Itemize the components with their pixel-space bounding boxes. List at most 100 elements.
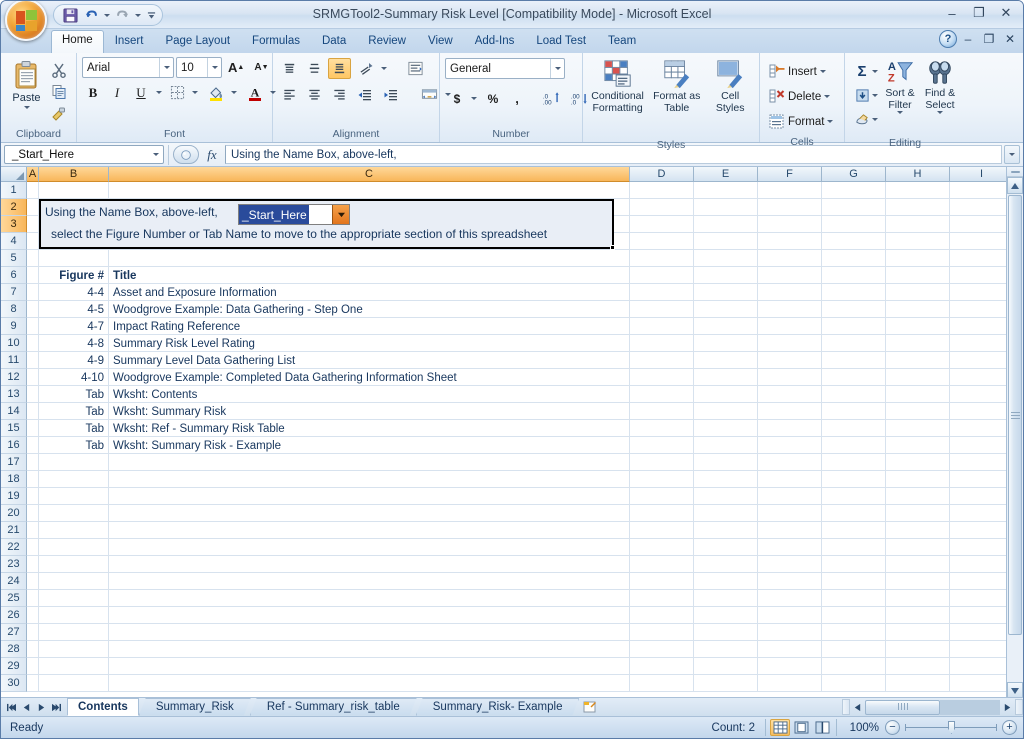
- cell-D21[interactable]: [630, 522, 694, 539]
- format-as-table-button[interactable]: Format as Table: [647, 57, 706, 137]
- column-header-a[interactable]: A: [27, 167, 39, 182]
- cell-D28[interactable]: [630, 641, 694, 658]
- fill-color-dropdown-icon[interactable]: [228, 82, 239, 103]
- cell-G12[interactable]: [822, 369, 886, 386]
- cell-I18[interactable]: [950, 471, 1014, 488]
- cell-F7[interactable]: [758, 284, 822, 301]
- delete-dropdown-icon[interactable]: [824, 95, 831, 98]
- autosum-button[interactable]: Σ: [850, 59, 880, 83]
- cell-D27[interactable]: [630, 624, 694, 641]
- align-right-icon[interactable]: [328, 84, 351, 105]
- cell-A23[interactable]: [27, 556, 39, 573]
- cell-H7[interactable]: [886, 284, 950, 301]
- align-bottom-icon[interactable]: [328, 58, 351, 79]
- cell-B17[interactable]: [39, 454, 109, 471]
- row-header-18[interactable]: 18: [1, 471, 27, 488]
- cell-I24[interactable]: [950, 573, 1014, 590]
- paste-button[interactable]: Paste: [6, 57, 47, 109]
- cell-E25[interactable]: [694, 590, 758, 607]
- cell-G16[interactable]: [822, 437, 886, 454]
- cell-F2[interactable]: [758, 199, 822, 216]
- cell-H11[interactable]: [886, 352, 950, 369]
- cell-D17[interactable]: [630, 454, 694, 471]
- row-header-12[interactable]: 12: [1, 369, 27, 386]
- cell-H16[interactable]: [886, 437, 950, 454]
- cell-B29[interactable]: [39, 658, 109, 675]
- cell-B13[interactable]: Tab: [39, 386, 109, 403]
- cell-E19[interactable]: [694, 488, 758, 505]
- page-layout-view-icon[interactable]: [791, 719, 811, 736]
- cell-H21[interactable]: [886, 522, 950, 539]
- cell-B12[interactable]: 4-10: [39, 369, 109, 386]
- cell-C27[interactable]: [109, 624, 630, 641]
- row-header-19[interactable]: 19: [1, 488, 27, 505]
- page-break-view-icon[interactable]: [812, 719, 832, 736]
- cell-C18[interactable]: [109, 471, 630, 488]
- cell-A4[interactable]: [27, 233, 39, 250]
- cell-D20[interactable]: [630, 505, 694, 522]
- cell-C28[interactable]: [109, 641, 630, 658]
- fx-icon[interactable]: fx: [199, 147, 225, 163]
- office-button[interactable]: [5, 1, 47, 41]
- row-header-16[interactable]: 16: [1, 437, 27, 454]
- cell-F25[interactable]: [758, 590, 822, 607]
- cell-C19[interactable]: [109, 488, 630, 505]
- cell-A5[interactable]: [27, 250, 39, 267]
- format-cells-button[interactable]: Format: [765, 109, 837, 134]
- bold-icon[interactable]: B: [82, 82, 104, 103]
- row-header-27[interactable]: 27: [1, 624, 27, 641]
- cell-A7[interactable]: [27, 284, 39, 301]
- cell-H8[interactable]: [886, 301, 950, 318]
- cell-F29[interactable]: [758, 658, 822, 675]
- cell-E11[interactable]: [694, 352, 758, 369]
- clear-button[interactable]: [850, 107, 880, 131]
- vertical-scroll-thumb[interactable]: [1008, 195, 1022, 635]
- comma-format-icon[interactable]: ,: [506, 88, 528, 109]
- cell-C22[interactable]: [109, 539, 630, 556]
- cell-E24[interactable]: [694, 573, 758, 590]
- cell-B18[interactable]: [39, 471, 109, 488]
- cell-I27[interactable]: [950, 624, 1014, 641]
- cell-F5[interactable]: [758, 250, 822, 267]
- horizontal-split-handle-right[interactable]: [1015, 699, 1023, 715]
- help-icon[interactable]: ?: [939, 30, 957, 48]
- prev-sheet-icon[interactable]: [19, 699, 34, 715]
- cell-A11[interactable]: [27, 352, 39, 369]
- row-header-29[interactable]: 29: [1, 658, 27, 675]
- row-header-20[interactable]: 20: [1, 505, 27, 522]
- cell-C13[interactable]: Wksht: Contents: [109, 386, 630, 403]
- cell-F17[interactable]: [758, 454, 822, 471]
- accounting-format-button[interactable]: $: [445, 87, 480, 110]
- row-header-7[interactable]: 7: [1, 284, 27, 301]
- font-name-combo[interactable]: Arial: [82, 57, 174, 78]
- row-header-17[interactable]: 17: [1, 454, 27, 471]
- increase-indent-icon[interactable]: [379, 84, 403, 105]
- cell-B10[interactable]: 4-8: [39, 335, 109, 352]
- normal-view-icon[interactable]: [770, 719, 790, 736]
- cell-E16[interactable]: [694, 437, 758, 454]
- cell-E18[interactable]: [694, 471, 758, 488]
- customize-qat-icon[interactable]: [147, 6, 156, 24]
- cell-D8[interactable]: [630, 301, 694, 318]
- font-name-dropdown-icon[interactable]: [159, 58, 173, 77]
- cell-H20[interactable]: [886, 505, 950, 522]
- cell-A30[interactable]: [27, 675, 39, 692]
- cell-G26[interactable]: [822, 607, 886, 624]
- cell-C12[interactable]: Woodgrove Example: Completed Data Gather…: [109, 369, 630, 386]
- workbook-close-button[interactable]: ✕: [1000, 30, 1020, 48]
- cell-A2[interactable]: [27, 199, 39, 216]
- cell-G11[interactable]: [822, 352, 886, 369]
- cell-I17[interactable]: [950, 454, 1014, 471]
- cell-A3[interactable]: [27, 216, 39, 233]
- row-header-11[interactable]: 11: [1, 352, 27, 369]
- scroll-up-button[interactable]: [1007, 177, 1023, 194]
- column-header-c[interactable]: C: [109, 167, 630, 182]
- conditional-formatting-button[interactable]: Conditional Formatting: [588, 57, 647, 137]
- cell-F22[interactable]: [758, 539, 822, 556]
- cell-G24[interactable]: [822, 573, 886, 590]
- format-dropdown-icon[interactable]: [827, 120, 834, 123]
- cell-A22[interactable]: [27, 539, 39, 556]
- row-header-6[interactable]: 6: [1, 267, 27, 284]
- font-size-dropdown-icon[interactable]: [207, 58, 221, 77]
- cell-B21[interactable]: [39, 522, 109, 539]
